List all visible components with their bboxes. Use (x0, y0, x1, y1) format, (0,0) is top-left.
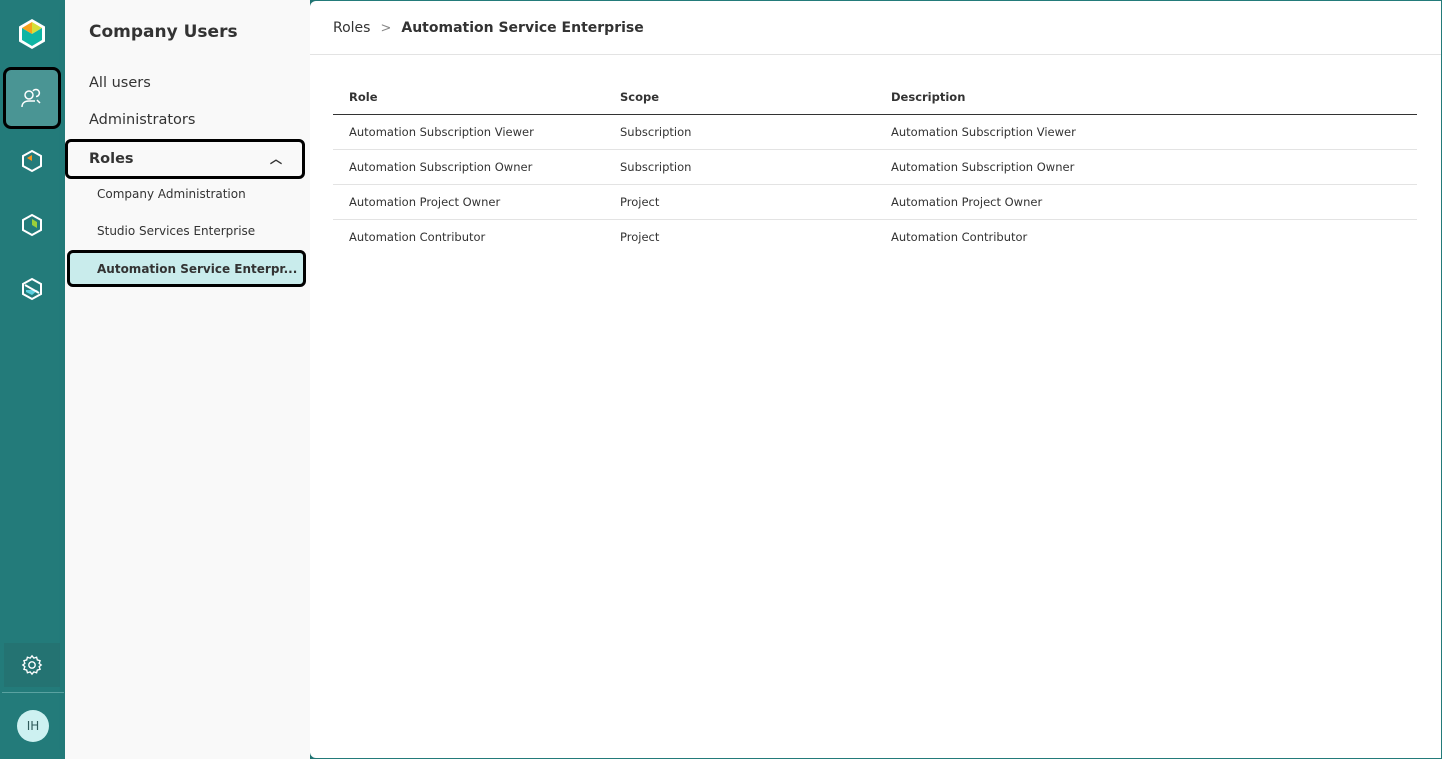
roles-table: Role Scope Description Automation Subscr… (333, 81, 1417, 254)
cell-role: Automation Project Owner (333, 184, 604, 220)
sidebar-subitem-company-administration[interactable]: Company Administration (97, 187, 246, 201)
table-row[interactable]: Automation Project Owner Project Automatio… (333, 184, 1417, 220)
breadcrumb-current: Automation Service Enterprise (401, 20, 644, 36)
breadcrumb: Roles > Automation Service Enterprise (333, 20, 644, 36)
table-row[interactable]: Automation Subscription Viewer Subscripti… (333, 114, 1417, 150)
sidebar-subitem-automation-service[interactable]: Automation Service Enterpr... (67, 250, 306, 287)
sidebar-title: Company Users (89, 22, 238, 42)
cell-scope: Project (604, 184, 875, 220)
roles-label: Roles (89, 151, 134, 167)
cell-description: Automation Subscription Viewer (875, 114, 1417, 150)
cell-description: Automation Project Owner (875, 184, 1417, 220)
product-b-icon[interactable] (4, 197, 60, 253)
sidebar-item-roles[interactable]: Roles ︿ (65, 139, 305, 179)
logo-icon[interactable] (4, 6, 60, 62)
cell-scope: Subscription (604, 114, 875, 150)
product-a-icon[interactable] (4, 133, 60, 189)
cell-description: Automation Subscription Owner (875, 149, 1417, 185)
app-rail: IH (0, 0, 65, 759)
avatar[interactable]: IH (17, 710, 49, 742)
column-header-description[interactable]: Description (875, 81, 1417, 115)
sidebar-item-administrators[interactable]: Administrators (89, 112, 195, 128)
product-c-icon[interactable] (4, 261, 60, 317)
column-header-role[interactable]: Role (333, 81, 604, 115)
breadcrumb-roles[interactable]: Roles (333, 20, 370, 36)
cell-role: Automation Subscription Viewer (333, 114, 604, 150)
table-row[interactable]: Automation Subscription Owner Subscriptio… (333, 149, 1417, 185)
header-divider (310, 54, 1441, 55)
sidebar: Company Users All users Administrators R… (65, 0, 310, 759)
cell-role: Automation Subscription Owner (333, 149, 604, 185)
main-content: Roles > Automation Service Enterprise Ro… (310, 1, 1441, 758)
settings-icon[interactable] (4, 643, 60, 687)
cell-description: Automation Contributor (891, 229, 1028, 244)
chevron-right-icon: > (380, 20, 392, 36)
sidebar-item-all-users[interactable]: All users (89, 75, 151, 91)
sidebar-subitem-studio-services[interactable]: Studio Services Enterprise (97, 224, 255, 238)
users-nav-button[interactable] (3, 67, 61, 129)
chevron-up-icon: ︿ (269, 152, 282, 166)
table-row[interactable]: Automation Contributor Project Automation … (333, 219, 1417, 254)
cell-scope: Project (620, 229, 660, 244)
rail-divider (2, 692, 64, 693)
cell-role: Automation Contributor (349, 229, 486, 244)
cell-scope: Subscription (604, 149, 875, 185)
column-header-scope[interactable]: Scope (604, 81, 875, 115)
